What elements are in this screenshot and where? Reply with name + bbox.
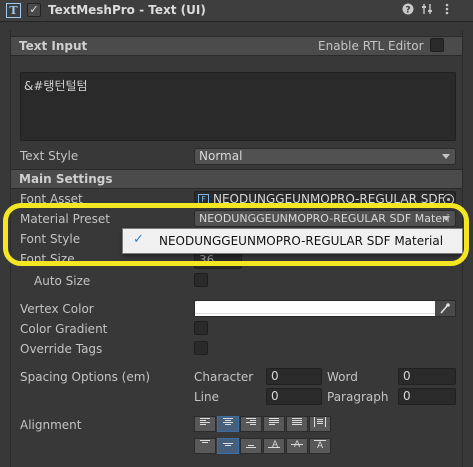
text-style-label: Text Style xyxy=(20,149,79,163)
help-icon[interactable]: ? xyxy=(401,3,415,18)
vertex-color-field[interactable] xyxy=(194,300,456,317)
enable-rtl-editor-label: Enable RTL Editor xyxy=(318,39,424,53)
text-style-value: Normal xyxy=(199,149,243,163)
align-capline-button[interactable]: A xyxy=(309,438,331,454)
spacing-options-label: Spacing Options (em) xyxy=(20,370,151,384)
align-geometry-center-icon xyxy=(314,417,326,427)
align-bottom-icon xyxy=(246,445,256,448)
align-right-icon xyxy=(246,418,256,425)
text-component-icon: T xyxy=(6,3,21,18)
component-enabled-checkbox[interactable]: ✓ xyxy=(27,3,41,17)
line-spacing-field[interactable]: 0 xyxy=(266,388,322,405)
align-midline-button[interactable]: A xyxy=(286,438,308,454)
auto-size-checkbox[interactable] xyxy=(194,273,208,287)
svg-text:A: A xyxy=(317,441,324,449)
align-left-button[interactable] xyxy=(194,416,216,432)
align-top-icon xyxy=(200,440,210,443)
align-capline-icon: A xyxy=(314,440,326,451)
text-input-section-title: Text Input xyxy=(19,39,88,53)
text-style-dropdown[interactable]: Normal xyxy=(194,148,456,165)
align-baseline-button[interactable]: A xyxy=(263,438,285,454)
override-tags-checkbox[interactable] xyxy=(194,341,208,355)
line-spacing-label: Line xyxy=(194,390,220,404)
kebab-menu-icon[interactable] xyxy=(440,3,454,18)
alignment-label: Alignment xyxy=(20,418,82,432)
chevron-down-icon xyxy=(442,154,450,159)
preset-settings-icon[interactable] xyxy=(420,3,434,18)
enable-rtl-editor-checkbox[interactable] xyxy=(430,38,444,52)
color-gradient-label: Color Gradient xyxy=(20,322,108,336)
align-middle-icon xyxy=(223,443,233,446)
align-flush-button[interactable] xyxy=(286,416,308,432)
align-flush-icon xyxy=(292,418,302,425)
highlight-annotation xyxy=(3,203,469,266)
paragraph-spacing-label: Paragraph xyxy=(327,390,389,404)
eyedropper-icon xyxy=(440,302,450,317)
align-center-button[interactable] xyxy=(217,416,239,432)
svg-text:?: ? xyxy=(405,6,410,16)
align-baseline-icon: A xyxy=(268,440,280,450)
align-middle-button[interactable] xyxy=(217,438,239,454)
word-spacing-label: Word xyxy=(327,370,358,384)
character-spacing-label: Character xyxy=(194,370,254,384)
vertex-color-label: Vertex Color xyxy=(20,302,94,316)
align-right-button[interactable] xyxy=(240,416,262,432)
auto-size-label: Auto Size xyxy=(34,274,91,288)
align-left-icon xyxy=(200,418,210,425)
align-top-button[interactable] xyxy=(194,438,216,454)
align-center-icon xyxy=(223,418,233,425)
word-spacing-field[interactable]: 0 xyxy=(398,368,456,385)
align-geometry-center-button[interactable] xyxy=(309,416,331,432)
override-tags-label: Override Tags xyxy=(20,342,103,356)
align-bottom-button[interactable] xyxy=(240,438,262,454)
color-gradient-checkbox[interactable] xyxy=(194,321,208,335)
align-midline-icon: A xyxy=(291,440,303,450)
main-settings-section-title: Main Settings xyxy=(19,172,113,186)
paragraph-spacing-field[interactable]: 0 xyxy=(398,388,456,405)
align-justified-button[interactable] xyxy=(263,416,285,432)
character-spacing-field[interactable]: 0 xyxy=(266,368,322,385)
text-input-area[interactable]: &#탱턴털텀 xyxy=(20,72,456,141)
component-title[interactable]: TextMeshPro - Text (UI) xyxy=(48,3,206,17)
align-justified-icon xyxy=(269,418,279,425)
eyedropper-button[interactable] xyxy=(435,301,455,316)
